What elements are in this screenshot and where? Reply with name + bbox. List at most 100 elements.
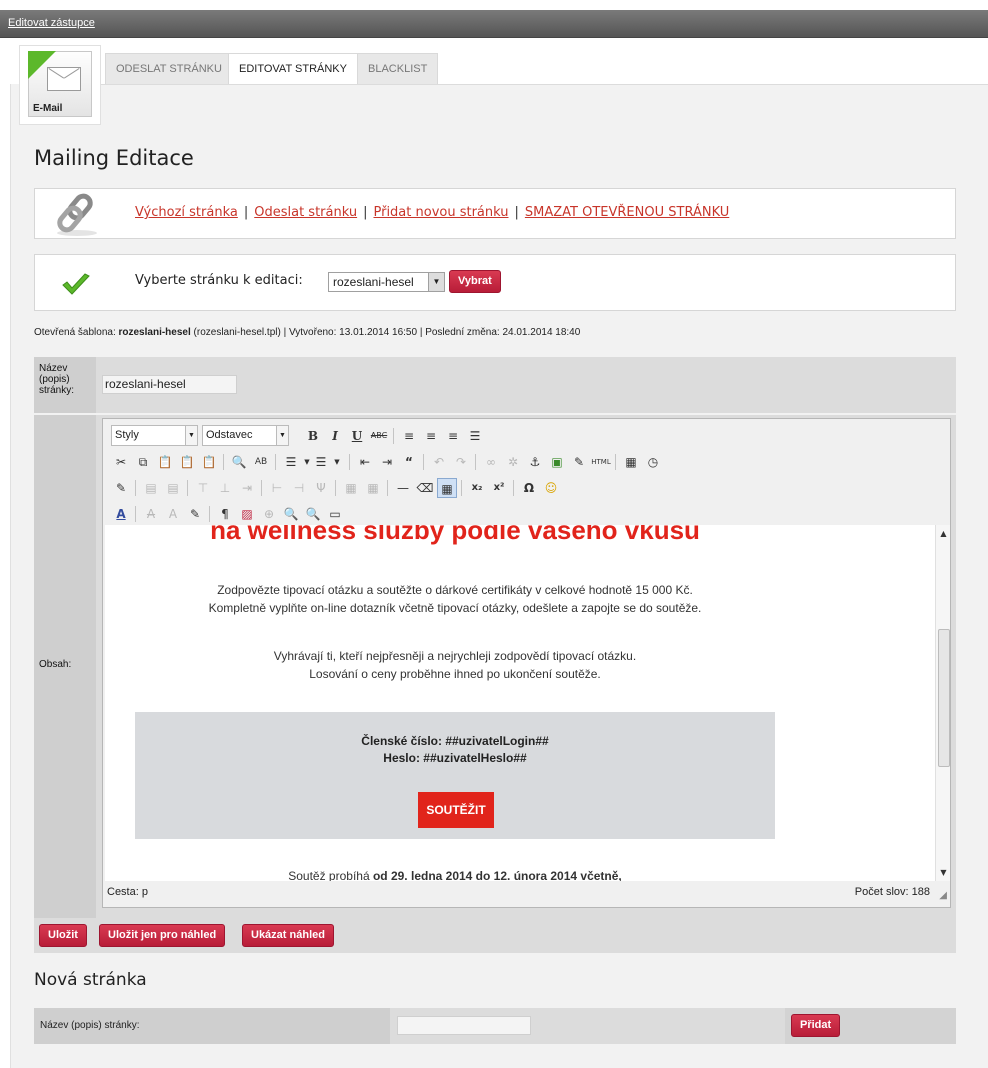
save-preview-button[interactable]: Uložit jen pro náhled bbox=[99, 924, 226, 947]
content-paragraph-2b: Losování o ceny proběhne ihned po ukonče… bbox=[309, 667, 601, 681]
edit-shortcut-link[interactable]: Editovat zástupce bbox=[8, 17, 95, 29]
insert-row-before-icon[interactable]: ⊤ bbox=[193, 478, 213, 498]
table-row-props-icon[interactable]: ▤ bbox=[141, 478, 161, 498]
strikethrough-icon[interactable]: ABC bbox=[369, 426, 389, 446]
password-line: Heslo: ##uzivatelHeslo## bbox=[383, 751, 527, 765]
select-page-label: Vyberte stránku k editaci: bbox=[135, 273, 303, 288]
delete-page-link[interactable]: SMAZAT OTEVŘENOU STRÁNKU bbox=[525, 205, 729, 220]
cut-icon[interactable]: ✂ bbox=[111, 452, 131, 472]
tab-edit-pages[interactable]: EDITOVAT STRÁNKY bbox=[228, 53, 358, 84]
insert-row-after-icon[interactable]: ⊥ bbox=[215, 478, 235, 498]
edit-css-icon[interactable]: ✎ bbox=[111, 478, 131, 498]
paste-text-icon[interactable]: 📋 bbox=[177, 452, 197, 472]
preview-icon[interactable]: 🔍 bbox=[281, 504, 301, 524]
content-paragraph-1a: Zodpovězte tipovací otázku a soutěžte o … bbox=[217, 583, 693, 597]
subscript-icon[interactable]: x₂ bbox=[467, 478, 487, 498]
strike-style-icon[interactable]: A bbox=[141, 504, 161, 524]
visual-aid-icon[interactable]: ▨ bbox=[237, 504, 257, 524]
split-cells-icon[interactable]: ▦ bbox=[341, 478, 361, 498]
email-module-logo: E-Mail bbox=[19, 45, 101, 125]
table-cell-props-icon[interactable]: ▤ bbox=[163, 478, 183, 498]
scroll-down-icon[interactable]: ▼ bbox=[936, 868, 951, 877]
page-links: Výchozí stránka | Odeslat stránku | Přidat n… bbox=[135, 205, 730, 220]
toolbar-row-2: ✂ ⧉ 📋 📋 📋 🔍 AB ☰ ▼ ☰ ▼ ⇤ ⇥ “ ↶ ↷ ∞ ✲ ⚓ ▣ bbox=[111, 451, 941, 473]
bold-icon[interactable]: B bbox=[303, 426, 323, 446]
top-bar: Editovat zástupce bbox=[0, 10, 988, 38]
show-blocks-icon[interactable]: ¶ bbox=[215, 504, 235, 524]
editor-statusbar: Cesta: p Počet slov: 188 ◢ bbox=[103, 881, 950, 907]
paste-icon[interactable]: 📋 bbox=[155, 452, 175, 472]
add-page-button[interactable]: Přidat bbox=[791, 1014, 841, 1037]
content-label: Obsah: bbox=[34, 415, 96, 918]
image-icon[interactable]: ▣ bbox=[547, 452, 567, 472]
insert-date-icon[interactable]: ▦ bbox=[621, 452, 641, 472]
scroll-thumb[interactable] bbox=[938, 629, 950, 767]
scroll-up-icon[interactable]: ▲ bbox=[936, 529, 951, 538]
outdent-icon[interactable]: ⇤ bbox=[355, 452, 375, 472]
emoticon-icon[interactable]: ☺ bbox=[541, 478, 561, 498]
logo-label: E-Mail bbox=[33, 103, 63, 114]
special-char-icon[interactable]: Ω bbox=[519, 478, 539, 498]
merge-cells-icon[interactable]: ▦ bbox=[363, 478, 383, 498]
redo-icon[interactable]: ↷ bbox=[451, 452, 471, 472]
page-name-input[interactable]: rozeslani-hesel bbox=[102, 375, 237, 394]
select-button[interactable]: Vybrat bbox=[449, 270, 501, 293]
fullscreen-icon[interactable]: ▭ bbox=[325, 504, 345, 524]
tab-blacklist[interactable]: BLACKLIST bbox=[357, 53, 439, 84]
attributes-icon[interactable]: ✎ bbox=[185, 504, 205, 524]
background-color-icon[interactable]: A bbox=[163, 504, 183, 524]
rich-text-editor: Styly ▼ Odstavec ▼ B I U ABC ≡ ≡ ≡ ☰ ✂ ⧉ 📋… bbox=[102, 418, 951, 908]
copy-icon[interactable]: ⧉ bbox=[133, 452, 153, 472]
align-justify-icon[interactable]: ☰ bbox=[465, 426, 485, 446]
format-select[interactable]: Odstavec ▼ bbox=[202, 425, 289, 446]
new-page-name-input[interactable] bbox=[397, 1016, 531, 1035]
indent-icon[interactable]: ⇥ bbox=[377, 452, 397, 472]
content-footer-line: Soutěž probíhá od 29. ledna 2014 do 12. … bbox=[288, 869, 622, 881]
italic-icon[interactable]: I bbox=[325, 426, 345, 446]
horizontal-rule-icon[interactable]: — bbox=[393, 478, 413, 498]
form-actions: Uložit Uložit jen pro náhled Ukázat náhl… bbox=[34, 918, 956, 953]
remove-format-icon[interactable]: ⌫ bbox=[415, 478, 435, 498]
anchor-icon[interactable]: ⚓ bbox=[525, 452, 545, 472]
editor-content[interactable]: na wellness služby podle vašeho vkusu Zo… bbox=[105, 525, 935, 881]
chevron-down-icon[interactable]: ▼ bbox=[327, 452, 347, 472]
envelope-icon: E-Mail bbox=[28, 51, 92, 117]
insert-col-before-icon[interactable]: ⊢ bbox=[267, 478, 287, 498]
page-select[interactable]: rozeslani-hesel ▼ bbox=[328, 272, 445, 292]
send-page-link[interactable]: Odeslat stránku bbox=[254, 205, 357, 220]
default-page-link[interactable]: Výchozí stránka bbox=[135, 205, 238, 220]
chevron-down-icon: ▼ bbox=[185, 426, 197, 445]
unlink-icon[interactable]: ✲ bbox=[503, 452, 523, 472]
replace-icon[interactable]: AB bbox=[251, 452, 271, 472]
underline-icon[interactable]: U bbox=[347, 426, 367, 446]
undo-icon[interactable]: ↶ bbox=[429, 452, 449, 472]
find-icon[interactable]: 🔍 bbox=[229, 452, 249, 472]
superscript-icon[interactable]: x² bbox=[489, 478, 509, 498]
align-right-icon[interactable]: ≡ bbox=[443, 426, 463, 446]
blockquote-icon[interactable]: “ bbox=[399, 452, 419, 472]
link-icon[interactable]: ∞ bbox=[481, 452, 501, 472]
resize-handle-icon[interactable]: ◢ bbox=[939, 890, 947, 901]
styles-select[interactable]: Styly ▼ bbox=[111, 425, 198, 446]
save-button[interactable]: Uložit bbox=[39, 924, 87, 947]
chevron-down-icon: ▼ bbox=[276, 426, 288, 445]
delete-col-icon[interactable]: Ψ bbox=[311, 478, 331, 498]
content-paragraph-2a: Vyhrávají ti, kteří nejpřesněji a nejryc… bbox=[273, 649, 637, 663]
text-color-icon[interactable]: A bbox=[111, 504, 131, 524]
toolbar-row-3: ✎ ▤ ▤ ⊤ ⊥ ⇥ ⊢ ⊣ Ψ ▦ ▦ — ⌫ ▦ x₂ x² Ω ☺ bbox=[111, 477, 941, 499]
align-left-icon[interactable]: ≡ bbox=[399, 426, 419, 446]
paste-word-icon[interactable]: 📋 bbox=[199, 452, 219, 472]
tab-send-page[interactable]: ODESLAT STRÁNKU bbox=[105, 53, 233, 84]
html-source-icon[interactable]: HTML bbox=[591, 452, 611, 472]
insert-col-after-icon[interactable]: ⊣ bbox=[289, 478, 309, 498]
insert-time-icon[interactable]: ◷ bbox=[643, 452, 663, 472]
align-center-icon[interactable]: ≡ bbox=[421, 426, 441, 446]
show-preview-button[interactable]: Ukázat náhled bbox=[242, 924, 334, 947]
editor-scrollbar[interactable]: ▲ ▼ bbox=[935, 525, 950, 881]
delete-row-icon[interactable]: ⇥ bbox=[237, 478, 257, 498]
cleanup-icon[interactable]: ✎ bbox=[569, 452, 589, 472]
table-icon[interactable]: ▦ bbox=[437, 478, 457, 498]
print-preview-icon[interactable]: 🔍 bbox=[303, 504, 323, 524]
template-icon[interactable]: ⊕ bbox=[259, 504, 279, 524]
add-page-link[interactable]: Přidat novou stránku bbox=[373, 205, 508, 220]
